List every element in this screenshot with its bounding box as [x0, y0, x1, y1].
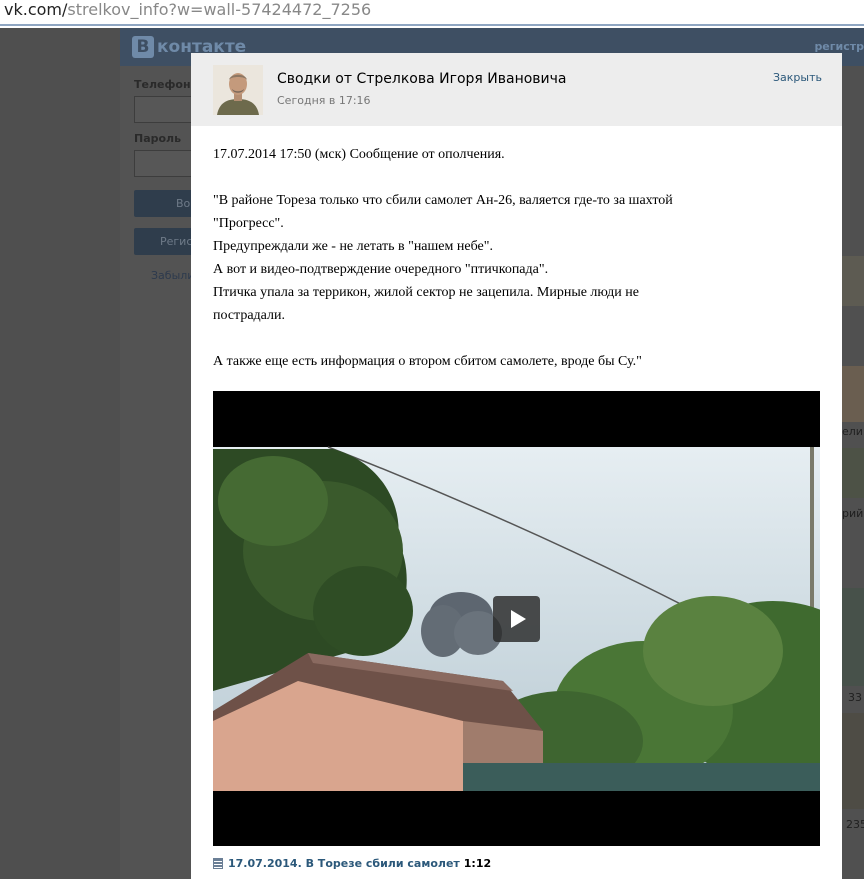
post-text: 17.07.2014 17:50 (мск) Сообщение от опол…: [213, 143, 823, 373]
header-register-link: регистр: [814, 40, 864, 53]
avatar-image: [213, 65, 263, 115]
post-author-title[interactable]: Сводки от Стрелкова Игоря Ивановича: [277, 71, 567, 87]
video-duration: 1:12: [463, 856, 492, 870]
forgot-link: Забыли: [151, 269, 195, 282]
right-thumbnail: [842, 448, 864, 498]
close-button[interactable]: Закрыть: [773, 71, 822, 84]
post-line-gap: [213, 327, 823, 350]
right-snippet: рий: [842, 507, 864, 520]
post-line: пострадали.: [213, 308, 285, 323]
login-panel-bg: [120, 66, 192, 879]
password-field: [134, 150, 192, 177]
phone-field: [134, 96, 192, 123]
post-date[interactable]: Сегодня в 17:16: [277, 94, 371, 107]
right-thumbnail: [842, 588, 864, 686]
post-line: Предупреждали же - не летать в "нашем не…: [213, 239, 493, 254]
vk-logo-icon: В: [132, 36, 154, 58]
login-button: Во: [134, 190, 192, 217]
phone-label: Телефон: [134, 78, 191, 91]
register-button: Регис: [134, 228, 192, 255]
right-snippet: 235: [846, 818, 864, 831]
post-modal: Сводки от Стрелкова Игоря Ивановича Сего…: [191, 53, 842, 879]
post-header: Сводки от Стрелкова Игоря Ивановича Сего…: [191, 53, 842, 126]
post-line-gap: [213, 166, 823, 189]
video-player[interactable]: [213, 391, 820, 846]
video-icon: [213, 857, 223, 869]
play-icon[interactable]: [493, 596, 540, 642]
post-line: 17.07.2014 17:50 (мск) Сообщение от опол…: [213, 147, 505, 162]
video-title-link[interactable]: 17.07.2014. В Торезе сбили самолет: [228, 857, 460, 870]
right-snippet: 33: [848, 691, 862, 704]
right-thumbnail: [842, 366, 864, 422]
video-caption[interactable]: 17.07.2014. В Торезе сбили самолет 1:12: [213, 856, 491, 870]
address-bar[interactable]: vk.com/strelkov_info?w=wall-57424472_725…: [0, 0, 864, 26]
post-line: А также еще есть информация о втором сби…: [213, 354, 642, 369]
post-line: "В районе Тореза только что сбили самоле…: [213, 193, 673, 208]
right-snippet: елин: [842, 425, 864, 438]
avatar[interactable]: [213, 65, 263, 115]
post-line: "Прогресс".: [213, 216, 284, 231]
post-line: А вот и видео-подтверждение очередного "…: [213, 262, 549, 277]
password-label: Пароль: [134, 132, 182, 145]
url-text[interactable]: vk.com/strelkov_info?w=wall-57424472_725…: [4, 0, 371, 19]
right-thumbnail: [842, 713, 864, 809]
right-thumbnail: [842, 256, 864, 306]
post-line: Птичка упала за террикон, жилой сектор н…: [213, 285, 639, 300]
